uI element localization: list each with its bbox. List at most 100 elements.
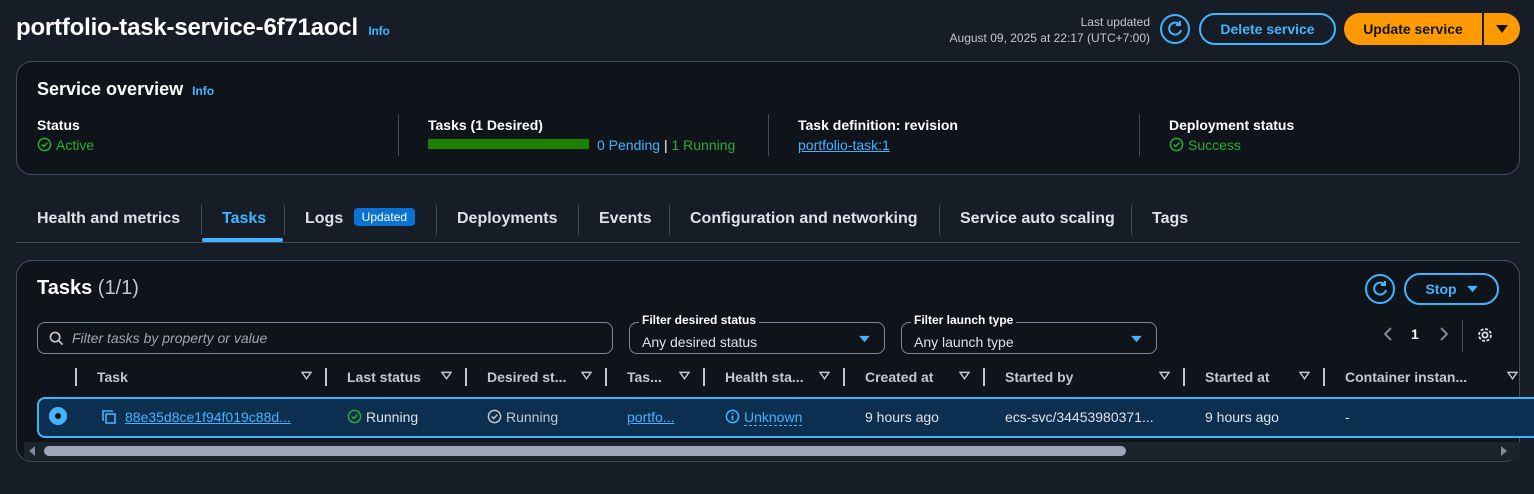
info-link[interactable]: Info bbox=[368, 24, 389, 38]
last-updated-label: Last updated bbox=[1080, 15, 1150, 29]
chevron-right-icon[interactable] bbox=[1438, 327, 1450, 341]
column-separator bbox=[1183, 368, 1185, 386]
stop-button[interactable]: Stop bbox=[1404, 273, 1499, 305]
settings-gear-icon[interactable] bbox=[1476, 326, 1494, 344]
tab-tags[interactable]: Tags bbox=[1152, 210, 1188, 228]
sort-caret-icon[interactable] bbox=[581, 371, 592, 381]
page-number[interactable]: 1 bbox=[1411, 326, 1419, 342]
column-separator bbox=[1323, 368, 1325, 386]
updated-badge: Updated bbox=[353, 208, 416, 226]
check-circle-icon bbox=[487, 409, 502, 424]
column-header-last-status[interactable]: Last status bbox=[347, 369, 421, 385]
sort-caret-icon[interactable] bbox=[301, 371, 312, 381]
divider bbox=[1139, 114, 1140, 156]
sort-caret-icon[interactable] bbox=[1507, 371, 1518, 381]
tab-logs[interactable]: Logs Updated bbox=[305, 208, 416, 228]
column-separator bbox=[703, 368, 705, 386]
tasks-counts: 0 Pending | 1 Running bbox=[597, 137, 735, 153]
status-value: Active bbox=[37, 137, 94, 153]
tasks-desired-label: Tasks (1 Desired) bbox=[428, 117, 543, 133]
column-separator bbox=[465, 368, 467, 386]
tab-deployments[interactable]: Deployments bbox=[457, 210, 557, 228]
divider bbox=[398, 114, 399, 156]
column-header-health-status[interactable]: Health sta... bbox=[725, 369, 804, 385]
chevron-left-icon[interactable] bbox=[1382, 327, 1394, 341]
refresh-icon bbox=[1168, 21, 1182, 36]
tab-divider bbox=[201, 205, 202, 235]
tab-divider bbox=[939, 205, 940, 235]
tab-divider bbox=[669, 205, 670, 235]
tasks-progress-fill bbox=[428, 139, 589, 149]
column-separator bbox=[843, 368, 845, 386]
tab-divider bbox=[1131, 205, 1132, 235]
pending-count: 0 Pending bbox=[597, 137, 661, 153]
started-at-value: 9 hours ago bbox=[1205, 409, 1279, 425]
task-definition-cell-link[interactable]: portfo... bbox=[627, 409, 674, 425]
tasks-refresh-button[interactable] bbox=[1365, 274, 1395, 304]
tab-divider bbox=[578, 205, 579, 235]
count-separator: | bbox=[663, 137, 668, 153]
column-header-started-by[interactable]: Started by bbox=[1005, 369, 1073, 385]
check-circle-icon bbox=[347, 409, 362, 424]
task-definition-link[interactable]: portfolio-task:1 bbox=[798, 137, 890, 153]
scroll-right-arrow-icon[interactable] bbox=[1500, 446, 1508, 456]
filter-desired-status-value: Any desired status bbox=[642, 334, 758, 350]
caret-down-icon bbox=[1466, 285, 1478, 293]
sort-caret-icon[interactable] bbox=[1159, 371, 1170, 381]
column-header-container-instance[interactable]: Container instan... bbox=[1345, 369, 1467, 385]
tab-service-auto-scaling[interactable]: Service auto scaling bbox=[960, 210, 1115, 228]
check-circle-icon bbox=[37, 137, 52, 152]
column-header-desired-status[interactable]: Desired st... bbox=[487, 369, 566, 385]
sort-caret-icon[interactable] bbox=[959, 371, 970, 381]
scroll-left-arrow-icon[interactable] bbox=[28, 446, 36, 456]
scrollbar-thumb[interactable] bbox=[44, 446, 1126, 456]
sort-caret-icon[interactable] bbox=[1299, 371, 1310, 381]
sort-caret-icon[interactable] bbox=[819, 371, 830, 381]
caret-down-icon bbox=[859, 335, 870, 343]
created-at-value: 9 hours ago bbox=[865, 409, 939, 425]
copy-icon[interactable] bbox=[101, 409, 117, 425]
divider bbox=[768, 114, 769, 156]
caret-down-icon bbox=[1496, 25, 1508, 33]
overview-title: Service overview Info bbox=[37, 79, 215, 99]
update-service-dropdown[interactable] bbox=[1484, 13, 1520, 45]
update-service-button[interactable]: Update service bbox=[1344, 13, 1482, 45]
tab-health-and-metrics[interactable]: Health and metrics bbox=[37, 210, 180, 228]
column-header-task-definition[interactable]: Tas... bbox=[627, 369, 662, 385]
check-circle-icon bbox=[1169, 137, 1184, 152]
running-count: 1 Running bbox=[671, 137, 736, 153]
filter-launch-type-value: Any launch type bbox=[914, 334, 1014, 350]
page-title: portfolio-task-service-6f71aocl Info bbox=[16, 14, 390, 41]
deployment-status-label: Deployment status bbox=[1169, 117, 1295, 133]
column-separator bbox=[983, 368, 985, 386]
tasks-progress-bar bbox=[428, 139, 589, 149]
column-header-task[interactable]: Task bbox=[97, 369, 128, 385]
overview-info-link[interactable]: Info bbox=[192, 84, 214, 98]
info-circle-icon bbox=[725, 409, 740, 424]
sort-caret-icon[interactable] bbox=[679, 371, 690, 381]
last-updated: Last updated August 09, 2025 at 22:17 (U… bbox=[950, 14, 1150, 46]
column-separator bbox=[605, 368, 607, 386]
search-placeholder: Filter tasks by property or value bbox=[72, 330, 268, 346]
sort-caret-icon[interactable] bbox=[441, 371, 452, 381]
tab-events[interactable]: Events bbox=[599, 210, 651, 228]
column-header-created-at[interactable]: Created at bbox=[865, 369, 933, 385]
radio-dot bbox=[55, 413, 61, 419]
tasks-title: Tasks (1/1) bbox=[37, 277, 139, 299]
row-radio-selected[interactable] bbox=[49, 407, 67, 425]
tab-tasks[interactable]: Tasks bbox=[222, 210, 266, 228]
tab-configuration-and-networking[interactable]: Configuration and networking bbox=[690, 210, 918, 228]
column-header-started-at[interactable]: Started at bbox=[1205, 369, 1270, 385]
tab-divider bbox=[284, 205, 285, 235]
refresh-button[interactable] bbox=[1160, 14, 1190, 44]
task-id-link[interactable]: 88e35d8ce1f94f019c88d... bbox=[125, 409, 291, 425]
delete-service-button[interactable]: Delete service bbox=[1199, 13, 1336, 45]
filter-launch-type-label: Filter launch type bbox=[911, 313, 1017, 327]
health-status-value[interactable]: Unknown bbox=[725, 409, 803, 426]
filter-desired-status-label: Filter desired status bbox=[639, 313, 760, 327]
filter-tasks-search[interactable]: Filter tasks by property or value bbox=[37, 322, 613, 354]
deployment-status-value: Success bbox=[1169, 137, 1241, 153]
container-instance-value: - bbox=[1345, 409, 1350, 425]
tabs-baseline bbox=[16, 242, 1520, 243]
last-status-value: Running bbox=[347, 409, 418, 425]
